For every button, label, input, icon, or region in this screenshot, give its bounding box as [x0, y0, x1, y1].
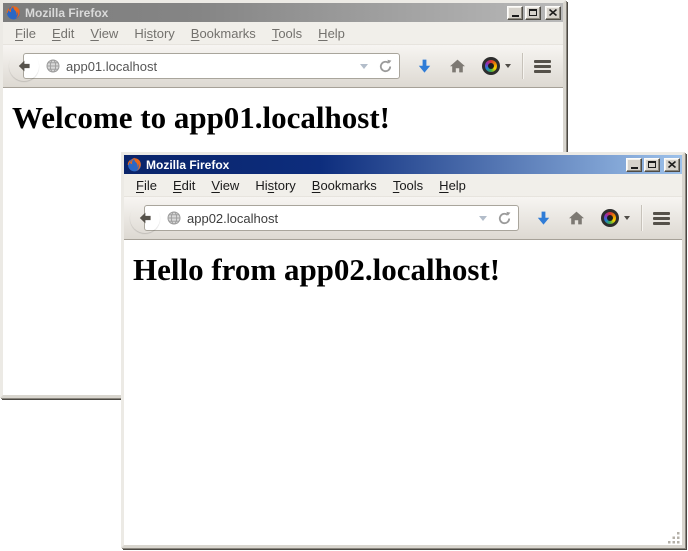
navigation-toolbar: app02.localhost — [124, 197, 682, 240]
addon-color-wheel-button[interactable] — [601, 209, 630, 227]
home-button[interactable] — [568, 210, 585, 226]
minimize-icon — [512, 15, 519, 17]
open-menu-button[interactable] — [534, 60, 551, 73]
reload-button[interactable] — [497, 211, 512, 226]
download-button[interactable] — [416, 58, 433, 75]
toolbar-separator — [641, 205, 642, 231]
menu-item-help[interactable]: Help — [431, 176, 474, 195]
chevron-down-icon — [505, 64, 511, 68]
site-globe-icon — [167, 211, 181, 225]
color-wheel-icon — [601, 209, 619, 227]
download-arrow-icon — [535, 210, 552, 227]
urlbar-dropdown-icon[interactable] — [479, 216, 487, 221]
home-icon — [449, 58, 466, 74]
download-button[interactable] — [535, 210, 552, 227]
back-arrow-icon — [16, 58, 32, 74]
firefox-icon — [127, 157, 142, 172]
menu-item-file[interactable]: File — [7, 24, 44, 43]
maximize-icon — [529, 9, 537, 16]
reload-icon — [497, 211, 512, 226]
page-heading: Hello from app02.localhost! — [133, 252, 682, 288]
navigation-toolbar: app01.localhost — [3, 45, 563, 88]
close-button[interactable] — [545, 6, 561, 20]
chevron-down-icon — [624, 216, 630, 220]
hamburger-icon — [653, 212, 670, 215]
maximize-button[interactable] — [644, 158, 660, 172]
home-button[interactable] — [449, 58, 466, 74]
reload-icon — [378, 59, 393, 74]
open-menu-button[interactable] — [653, 212, 670, 225]
page-heading: Welcome to app01.localhost! — [12, 100, 563, 136]
maximize-icon — [648, 161, 656, 168]
urlbar-dropdown-icon[interactable] — [360, 64, 368, 69]
download-arrow-icon — [416, 58, 433, 75]
minimize-button[interactable] — [626, 158, 642, 172]
menu-item-edit[interactable]: Edit — [165, 176, 203, 195]
window-controls — [626, 158, 680, 172]
site-globe-icon — [46, 59, 60, 73]
close-icon — [668, 161, 676, 168]
minimize-button[interactable] — [507, 6, 523, 20]
resize-grip[interactable] — [668, 531, 681, 544]
window-title: Mozilla Firefox — [146, 158, 622, 172]
menu-item-history[interactable]: History — [247, 176, 303, 195]
browser-window-app02: Mozilla Firefox File Edit View History B… — [121, 152, 685, 548]
color-wheel-icon — [482, 57, 500, 75]
reload-button[interactable] — [378, 59, 393, 74]
menu-item-edit[interactable]: Edit — [44, 24, 82, 43]
firefox-icon — [6, 5, 21, 20]
minimize-icon — [631, 167, 638, 169]
window-controls — [507, 6, 561, 20]
menu-item-tools[interactable]: Tools — [264, 24, 310, 43]
menu-item-view[interactable]: View — [203, 176, 247, 195]
toolbar-separator — [522, 53, 523, 79]
menubar: File Edit View History Bookmarks Tools H… — [3, 22, 563, 45]
url-text[interactable]: app01.localhost — [66, 59, 354, 74]
menu-item-tools[interactable]: Tools — [385, 176, 431, 195]
hamburger-icon — [534, 60, 551, 63]
menu-item-file[interactable]: File — [128, 176, 165, 195]
window-title: Mozilla Firefox — [25, 6, 503, 20]
close-button[interactable] — [664, 158, 680, 172]
url-text[interactable]: app02.localhost — [187, 211, 473, 226]
menu-item-view[interactable]: View — [82, 24, 126, 43]
titlebar[interactable]: Mozilla Firefox — [3, 3, 563, 22]
menu-item-bookmarks[interactable]: Bookmarks — [183, 24, 264, 43]
back-button[interactable] — [130, 203, 160, 233]
menu-item-bookmarks[interactable]: Bookmarks — [304, 176, 385, 195]
addon-color-wheel-button[interactable] — [482, 57, 511, 75]
home-icon — [568, 210, 585, 226]
maximize-button[interactable] — [525, 6, 541, 20]
menubar: File Edit View History Bookmarks Tools H… — [124, 174, 682, 197]
titlebar[interactable]: Mozilla Firefox — [124, 155, 682, 174]
menu-item-help[interactable]: Help — [310, 24, 353, 43]
menu-item-history[interactable]: History — [126, 24, 182, 43]
url-bar[interactable]: app02.localhost — [144, 205, 519, 231]
desktop: { "windows": [ { "title": "Mozilla Firef… — [0, 0, 688, 551]
back-button[interactable] — [9, 51, 39, 81]
url-bar[interactable]: app01.localhost — [23, 53, 400, 79]
back-arrow-icon — [137, 210, 153, 226]
page-content: Hello from app02.localhost! — [124, 240, 682, 545]
close-icon — [549, 9, 557, 16]
